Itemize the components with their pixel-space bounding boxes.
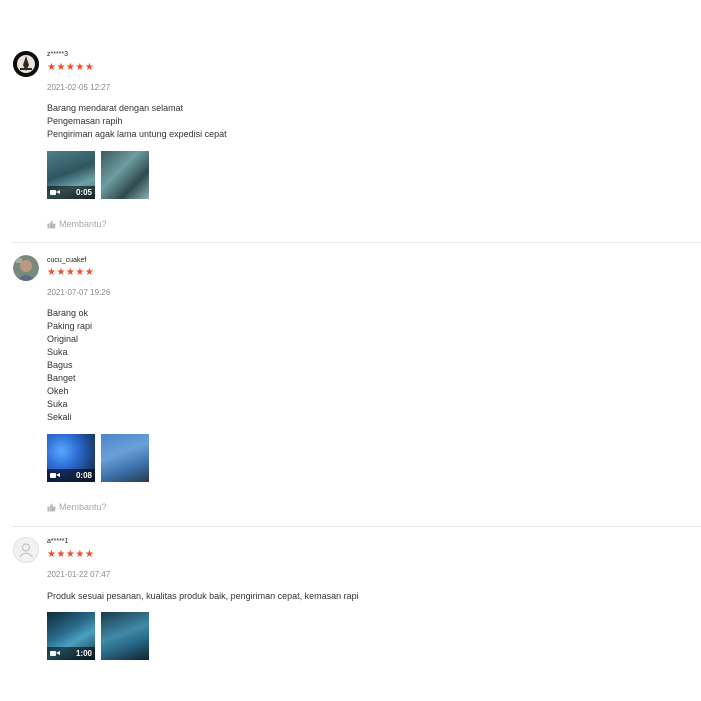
video-camera-icon [50, 650, 60, 657]
avatar[interactable] [13, 537, 39, 563]
review-line: Banget [47, 373, 76, 383]
video-thumbnail[interactable]: 0:08 [47, 434, 95, 482]
helpful-label: Membantu? [59, 219, 107, 229]
video-thumbnail[interactable]: 0:05 [47, 151, 95, 199]
star-rating: ★★★★★ [47, 267, 95, 278]
username: z*****3 [47, 51, 69, 58]
video-thumbnail[interactable]: 1:00 [47, 612, 95, 660]
video-duration: 0:08 [75, 471, 92, 480]
media-gallery: 1:00 [47, 612, 149, 660]
review-line: Okeh [47, 386, 69, 396]
review-line: Produk sesuai pesanan, kualitas produk b… [47, 591, 359, 601]
helpful-button[interactable]: Membantu? [47, 219, 107, 229]
review-line: Suka [47, 347, 68, 357]
review-line: Original [47, 334, 79, 344]
review-line: Pengemasan rapih [47, 116, 123, 126]
video-duration: 1:00 [75, 649, 92, 658]
media-gallery: 0:05 [47, 151, 149, 199]
review-text: Barang mendarat dengan selamat Pengemasa… [47, 102, 227, 141]
thumbs-up-icon [47, 219, 56, 229]
review-text: Barang ok Paking rapi Original Suka Bagu… [47, 307, 92, 424]
divider [12, 526, 701, 527]
review-date: 2021-02-05 12:27 [47, 83, 111, 92]
review-text: Produk sesuai pesanan, kualitas produk b… [47, 590, 359, 603]
star-rating: ★★★★★ [47, 62, 95, 73]
review-date: 2021-01-22 07:47 [47, 570, 111, 579]
helpful-label: Membantu? [59, 502, 107, 512]
review-line: Sekali [47, 412, 72, 422]
username: a*****1 [47, 538, 69, 545]
review-line: Barang mendarat dengan selamat [47, 103, 184, 113]
video-bar: 0:08 [47, 469, 95, 482]
divider [12, 242, 701, 243]
avatar-image [13, 255, 39, 281]
video-camera-icon [50, 472, 60, 479]
thumbs-up-icon [47, 502, 56, 512]
video-bar: 0:05 [47, 186, 95, 199]
photo-thumbnail[interactable] [101, 434, 149, 482]
photo-thumbnail[interactable] [101, 612, 149, 660]
username: cucu_cuakef [47, 257, 87, 264]
star-rating: ★★★★★ [47, 549, 95, 560]
avatar[interactable] [13, 255, 39, 281]
media-gallery: 0:08 [47, 434, 149, 482]
video-bar: 1:00 [47, 647, 95, 660]
video-camera-icon [50, 189, 60, 196]
review-line: Bagus [47, 360, 73, 370]
photo-thumbnail[interactable] [101, 151, 149, 199]
video-duration: 0:05 [75, 188, 92, 197]
helpful-button[interactable]: Membantu? [47, 502, 107, 512]
review-line: Barang ok [47, 308, 89, 318]
avatar[interactable] [13, 51, 39, 77]
review-line: Suka [47, 399, 68, 409]
review-line: Pengiriman agak lama untung expedisi cep… [47, 129, 227, 139]
review-date: 2021-07-07 19:26 [47, 288, 111, 297]
avatar-image [13, 51, 39, 77]
user-silhouette-icon [19, 543, 33, 558]
review-line: Paking rapi [47, 321, 93, 331]
